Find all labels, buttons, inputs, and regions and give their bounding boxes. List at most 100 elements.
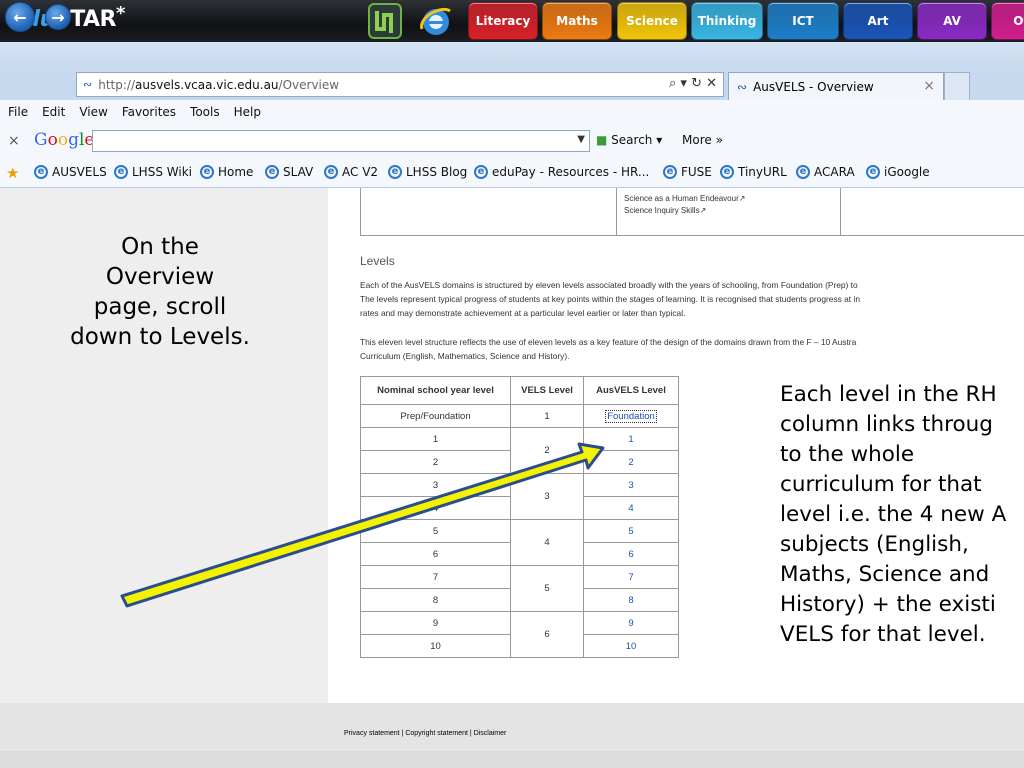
tab-ict[interactable]: ICT [767, 2, 839, 40]
favorite-label: SLAV [283, 165, 314, 179]
google-search-input[interactable]: ▼ [92, 130, 590, 152]
ie-page-icon: e [796, 165, 810, 179]
vels-level-cell: 3 [510, 473, 584, 520]
annotation-line: VELS for that level. [780, 622, 986, 647]
favorite-link[interactable]: e eduPay - Resources - HR... [474, 165, 649, 179]
favorite-link[interactable]: e TinyURL [720, 165, 787, 179]
menu-item-favorites[interactable]: Favorites [122, 105, 176, 119]
arrow-left-icon: ← [13, 7, 27, 27]
ausvels-level-link[interactable]: 2 [628, 457, 633, 468]
vels-level-cell: 5 [510, 565, 584, 612]
year-level-cell: 4 [360, 496, 511, 520]
menu-item-view[interactable]: View [79, 105, 107, 119]
tab-maths[interactable]: Maths [542, 2, 612, 40]
vels-level-cell: 4 [510, 519, 584, 566]
chevron-down-icon[interactable]: ▼ [577, 134, 585, 145]
tab-thinking[interactable]: Thinking [691, 2, 763, 40]
favorite-label: iGoogle [884, 165, 930, 179]
ausvels-level-cell: 9 [583, 611, 679, 635]
favorite-link[interactable]: e AUSVELS [34, 165, 107, 179]
top-table-line: Science Inquiry Skills↗ [624, 206, 707, 215]
favorite-label: FUSE [681, 165, 712, 179]
ausvels-level-link[interactable]: 8 [628, 595, 633, 606]
bottom-strip [0, 751, 1024, 768]
favorite-link[interactable]: e iGoogle [866, 165, 930, 179]
back-button[interactable]: ← [5, 2, 35, 32]
ie-page-icon: e [324, 165, 338, 179]
paragraph-line: rates and may demonstrate achievement at… [360, 308, 686, 318]
favorite-label: AC V2 [342, 165, 379, 179]
vels-level-cell: 6 [510, 611, 584, 658]
favorite-link[interactable]: e LHSS Blog [388, 165, 467, 179]
annotation-line: column links throug [780, 412, 993, 437]
annotation-line: History) + the existi [780, 592, 996, 617]
forward-button[interactable]: → [45, 4, 71, 30]
year-level-cell: 10 [360, 634, 511, 658]
ausvels-level-link[interactable]: 10 [626, 641, 637, 652]
menu-item-tools[interactable]: Tools [190, 105, 220, 119]
footer-links[interactable]: Privacy statement | Copyright statement … [344, 730, 506, 737]
ausvels-level-cell: 6 [583, 542, 679, 566]
paragraph-line: Curriculum (English, Mathematics, Scienc… [360, 351, 570, 361]
favorite-link[interactable]: e AC V2 [324, 165, 378, 179]
ie-page-icon: e [474, 165, 488, 179]
google-search-button[interactable]: ■ Search ▾ [596, 133, 662, 147]
top-table-line: Science as a Human Endeavour↗ [624, 194, 746, 203]
ausvels-level-link[interactable]: 6 [628, 549, 633, 560]
tab-science[interactable]: Science [617, 2, 687, 40]
annotation-line: to the whole [780, 442, 915, 467]
google-toolbar: × Google ▼ ■ Search ▾ More » [0, 124, 1024, 158]
year-level-cell: 2 [360, 450, 511, 474]
tab-close-icon[interactable]: × [923, 78, 935, 94]
ausvels-level-link[interactable]: 3 [628, 480, 633, 491]
edustar-app-icon[interactable] [368, 3, 402, 39]
favorites-star-icon[interactable]: ★ [6, 164, 19, 182]
vels-level-cell: 2 [510, 427, 584, 474]
favorite-link[interactable]: e Home [200, 165, 253, 179]
ausvels-level-link[interactable]: 1 [628, 434, 633, 445]
tab-art[interactable]: Art [843, 2, 913, 40]
favorite-label: LHSS Blog [406, 165, 468, 179]
table-row: Prep/Foundation 1 Foundation [360, 404, 679, 428]
favorite-link[interactable]: e ACARA [796, 165, 855, 179]
tab-av[interactable]: AV [917, 2, 987, 40]
table-row: 969 [360, 611, 679, 658]
browser-titlebar [0, 42, 1024, 70]
ausvels-level-link[interactable]: Foundation [605, 409, 657, 423]
ausvels-level-cell: 5 [583, 519, 679, 543]
ausvels-level-cell: 2 [583, 450, 679, 474]
ausvels-level-link[interactable]: 9 [628, 618, 633, 629]
table-row: 757 [360, 565, 679, 612]
favorite-link[interactable]: e FUSE [663, 165, 712, 179]
address-tools-icons[interactable]: ⌕ ▾ ↻ ✕ [669, 76, 717, 91]
ausvels-level-link[interactable]: 7 [628, 572, 633, 583]
new-tab-button[interactable] [944, 72, 970, 100]
menu-item-edit[interactable]: Edit [42, 105, 65, 119]
close-icon[interactable]: × [8, 133, 20, 149]
favorite-link[interactable]: e SLAV [265, 165, 313, 179]
year-level-cell: 1 [360, 427, 511, 451]
ausvels-level-cell: 10 [583, 634, 679, 658]
favorite-link[interactable]: e LHSS Wiki [114, 165, 192, 179]
menu-item-help[interactable]: Help [234, 105, 261, 119]
page-footer [0, 703, 1024, 751]
address-bar[interactable]: ∾ http://ausvels.vcaa.vic.edu.au/Overvie… [76, 72, 724, 97]
year-level-cell: 6 [360, 542, 511, 566]
ie-page-icon: e [720, 165, 734, 179]
tab-ausvels-overview[interactable]: ∾ AusVELS - Overview × [728, 72, 944, 100]
tab-of[interactable]: Of [991, 2, 1024, 40]
annotation-line: Each level in the RH [780, 382, 997, 407]
table-header: AusVELS Level [583, 376, 679, 405]
tab-literacy[interactable]: Literacy [468, 2, 538, 40]
menu-item-file[interactable]: File [8, 105, 28, 119]
ausvels-level-link[interactable]: 5 [628, 526, 633, 537]
internet-explorer-icon[interactable] [418, 3, 452, 39]
levels-heading: Levels [360, 254, 395, 268]
year-level-cell: 9 [360, 611, 511, 635]
annotation-line: Maths, Science and [780, 562, 990, 587]
search-icon: ■ [596, 133, 608, 147]
google-more-button[interactable]: More » [682, 133, 723, 147]
ausvels-level-cell: 1 [583, 427, 679, 451]
table-column-divider [840, 188, 841, 236]
ausvels-level-link[interactable]: 4 [628, 503, 633, 514]
